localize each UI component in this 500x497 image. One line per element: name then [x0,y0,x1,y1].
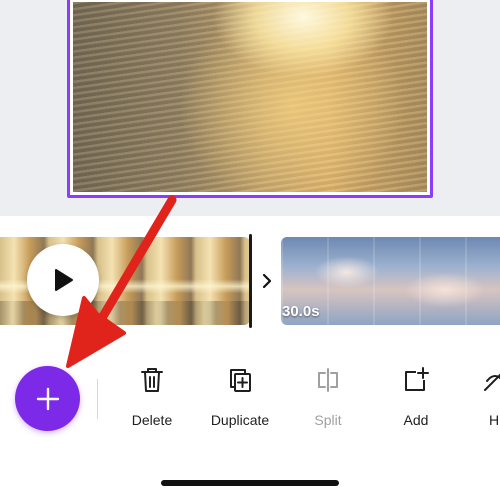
split-button[interactable]: Split [283,366,373,430]
clip-duration-label: 30.0s [282,303,320,320]
add-page-icon [402,366,430,394]
plus-icon [36,387,59,410]
play-icon [55,269,73,291]
bottom-toolbar: Delete Duplicate Split Add H [0,352,500,442]
add-page-button[interactable]: Add [371,366,461,430]
playhead[interactable] [249,234,252,328]
selected-page-preview[interactable] [67,0,433,198]
divider [0,216,500,236]
canvas-area [0,0,500,216]
play-button[interactable] [27,244,99,316]
home-indicator [161,480,339,486]
delete-label: Delete [131,412,173,428]
delete-button[interactable]: Delete [107,366,197,430]
split-icon [314,366,342,394]
duplicate-icon [226,366,254,394]
trash-icon [138,366,166,394]
split-label: Split [314,412,342,428]
video-thumbnail [73,2,427,192]
duplicate-label: Duplicate [210,412,270,428]
duplicate-button[interactable]: Duplicate [195,366,285,430]
add-button[interactable] [15,366,80,431]
hide-icon [481,366,500,394]
hide-button[interactable]: H [459,366,500,430]
toolbar-separator [97,379,98,419]
hide-label: H [489,412,500,428]
add-label: Add [403,412,429,428]
chevron-right-icon[interactable] [253,263,281,299]
